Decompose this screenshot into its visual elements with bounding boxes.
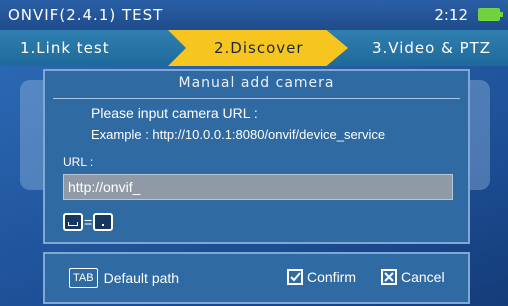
dialog-title: Manual add camera bbox=[178, 75, 335, 91]
divider bbox=[53, 98, 460, 99]
clock: 2:12 bbox=[434, 6, 468, 24]
confirm-label: Confirm bbox=[307, 269, 357, 286]
space-key-icon bbox=[63, 213, 83, 231]
tab-key-icon: TAB bbox=[69, 268, 98, 288]
dot-key-icon bbox=[93, 213, 114, 231]
url-label: URL : bbox=[63, 155, 94, 169]
manual-add-dialog: Manual add camera Please input camera UR… bbox=[43, 69, 470, 244]
default-path-button[interactable]: TAB Default path bbox=[69, 268, 179, 290]
dialog-footer: TAB Default path Confirm Cancel bbox=[43, 252, 470, 304]
step-nav: 1.Link test 2.Discover 3.Video & PTZ bbox=[0, 30, 508, 66]
status-bar: ONVIF(2.4.1) TEST 2:12 bbox=[0, 0, 508, 30]
battery-icon bbox=[478, 8, 503, 21]
app-title: ONVIF(2.4.1) TEST bbox=[8, 6, 164, 24]
step-link-test[interactable]: 1.Link test bbox=[20, 30, 110, 66]
cancel-button[interactable]: Cancel bbox=[381, 268, 445, 290]
step-discover[interactable]: 2.Discover bbox=[214, 30, 304, 66]
default-path-label: Default path bbox=[103, 270, 180, 286]
step-video-ptz[interactable]: 3.Video & PTZ bbox=[372, 30, 491, 66]
close-icon bbox=[381, 269, 397, 286]
url-input[interactable] bbox=[63, 174, 453, 200]
equals-sign: = bbox=[84, 214, 93, 230]
example-text: Example : http://10.0.0.1:8080/onvif/dev… bbox=[91, 127, 386, 142]
checkmark-icon bbox=[287, 269, 303, 286]
confirm-button[interactable]: Confirm bbox=[287, 268, 356, 290]
key-hint: = bbox=[63, 213, 114, 231]
instruction-text: Please input camera URL : bbox=[91, 105, 258, 121]
cancel-label: Cancel bbox=[401, 269, 445, 286]
